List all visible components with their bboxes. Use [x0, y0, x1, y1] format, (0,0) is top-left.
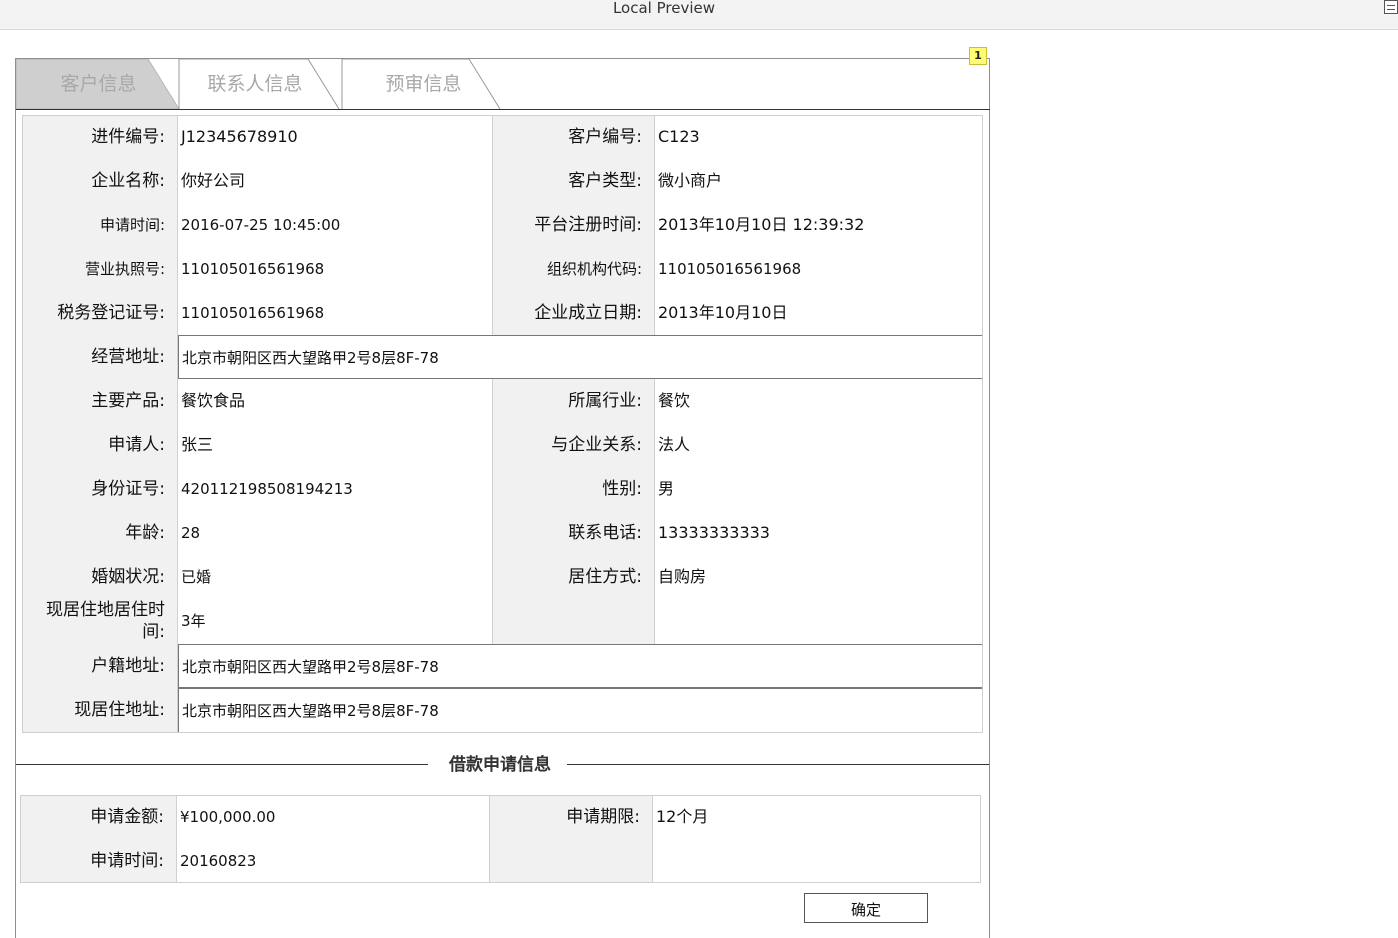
customer-type-value: 微小商户 [655, 159, 983, 203]
table-row: 申请时间: 2016-07-25 10:45:00 平台注册时间: 2013年1… [22, 203, 983, 247]
empty-label [493, 599, 655, 644]
company-name-value: 你好公司 [178, 159, 493, 203]
main-product-label: 主要产品: [22, 379, 178, 423]
table-row: 现居住地居住时 间: 3年 [22, 599, 983, 644]
id-no-label: 身份证号: [22, 467, 178, 511]
confirm-button[interactable]: 确定 [804, 893, 928, 923]
customer-type-label: 客户类型: [493, 159, 655, 203]
residence-time-value: 3年 [178, 599, 493, 644]
residence-time-label-line2: 间: [142, 622, 165, 642]
case-no-label: 进件编号: [22, 115, 178, 159]
table-row: 申请时间: 20160823 [20, 839, 981, 883]
window-title: Local Preview [612, 0, 716, 17]
empty-value [655, 599, 983, 644]
table-row: 申请人: 张三 与企业关系: 法人 [22, 423, 983, 467]
apply-time-label: 申请时间: [22, 203, 178, 247]
loan-term-label: 申请期限: [490, 795, 653, 839]
table-row: 企业名称: 你好公司 客户类型: 微小商户 [22, 159, 983, 203]
relation-value: 法人 [655, 423, 983, 467]
table-row: 申请金额: ¥100,000.00 申请期限: 12个月 [20, 795, 981, 839]
applicant-value: 张三 [178, 423, 493, 467]
loan-amount-label: 申请金额: [20, 795, 177, 839]
marital-label: 婚姻状况: [22, 555, 178, 599]
biz-address-value: 北京市朝阳区西大望路甲2号8层8F-78 [178, 335, 983, 379]
register-time-label: 平台注册时间: [493, 203, 655, 247]
industry-value: 餐饮 [655, 379, 983, 423]
table-row: 身份证号: 420112198508194213 性别: 男 [22, 467, 983, 511]
household-address-label: 户籍地址: [22, 644, 178, 688]
table-row: 户籍地址: 北京市朝阳区西大望路甲2号8层8F-78 [22, 644, 983, 688]
phone-label: 联系电话: [493, 511, 655, 555]
founded-value: 2013年10月10日 [655, 291, 983, 335]
preview-title-bar: Local Preview [0, 0, 1398, 30]
table-row: 年龄: 28 联系电话: 13333333333 [22, 511, 983, 555]
empty-label [490, 839, 653, 883]
tab-label: 预审信息 [385, 73, 462, 95]
tab-label: 客户信息 [60, 73, 137, 95]
customer-no-label: 客户编号: [493, 115, 655, 159]
id-no-value: 420112198508194213 [178, 467, 493, 511]
table-row: 主要产品: 餐饮食品 所属行业: 餐饮 [22, 379, 983, 423]
tab-bar: 客户信息 联系人信息 预审信息 [16, 59, 990, 110]
residence-time-label: 现居住地居住时 间: [22, 599, 178, 644]
customer-no-value: C123 [655, 115, 983, 159]
loan-time-value: 20160823 [177, 839, 490, 883]
main-product-value: 餐饮食品 [178, 379, 493, 423]
org-code-value: 110105016561968 [655, 247, 983, 291]
tab-label: 联系人信息 [207, 73, 303, 95]
tab-customer-info[interactable]: 客户信息 [16, 59, 181, 109]
tax-no-label: 税务登记证号: [22, 291, 178, 335]
relation-label: 与企业关系: [493, 423, 655, 467]
empty-value [653, 839, 981, 883]
current-address-label: 现居住地址: [22, 688, 178, 733]
loan-term-value: 12个月 [653, 795, 981, 839]
register-time-value: 2013年10月10日 12:39:32 [655, 203, 983, 247]
company-name-label: 企业名称: [22, 159, 178, 203]
license-no-label: 营业执照号: [22, 247, 178, 291]
tab-pre-review-info[interactable]: 预审信息 [341, 59, 506, 109]
apply-time-value: 2016-07-25 10:45:00 [178, 203, 493, 247]
loan-amount-value: ¥100,000.00 [177, 795, 490, 839]
loan-time-label: 申请时间: [20, 839, 177, 883]
housing-label: 居住方式: [493, 555, 655, 599]
current-address-value: 北京市朝阳区西大望路甲2号8层8F-78 [178, 688, 983, 733]
applicant-label: 申请人: [22, 423, 178, 467]
age-value: 28 [178, 511, 493, 555]
table-row: 营业执照号: 110105016561968 组织机构代码: 110105016… [22, 247, 983, 291]
table-row: 进件编号: J12345678910 客户编号: C123 [22, 115, 983, 159]
case-no-value: J12345678910 [178, 115, 493, 159]
founded-label: 企业成立日期: [493, 291, 655, 335]
table-row: 婚姻状况: 已婚 居住方式: 自购房 [22, 555, 983, 599]
table-row: 现居住地址: 北京市朝阳区西大望路甲2号8层8F-78 [22, 688, 983, 733]
phone-value: 13333333333 [655, 511, 983, 555]
gender-value: 男 [655, 467, 983, 511]
marital-value: 已婚 [178, 555, 493, 599]
menu-icon[interactable] [1384, 0, 1398, 14]
org-code-label: 组织机构代码: [493, 247, 655, 291]
age-label: 年龄: [22, 511, 178, 555]
table-row: 经营地址: 北京市朝阳区西大望路甲2号8层8F-78 [22, 335, 983, 379]
industry-label: 所属行业: [493, 379, 655, 423]
gender-label: 性别: [493, 467, 655, 511]
license-no-value: 110105016561968 [178, 247, 493, 291]
section-divider-right [567, 764, 989, 765]
tab-contact-info[interactable]: 联系人信息 [178, 59, 348, 109]
residence-time-label-line1: 现居住地居住时 [46, 600, 165, 620]
table-row: 税务登记证号: 110105016561968 企业成立日期: 2013年10月… [22, 291, 983, 335]
section-divider-left [16, 764, 428, 765]
housing-value: 自购房 [655, 555, 983, 599]
tab-underline [16, 109, 990, 110]
loan-section-title: 借款申请信息 [449, 755, 551, 775]
biz-address-label: 经营地址: [22, 335, 178, 379]
household-address-value: 北京市朝阳区西大望路甲2号8层8F-78 [178, 644, 983, 688]
tax-no-value: 110105016561968 [178, 291, 493, 335]
